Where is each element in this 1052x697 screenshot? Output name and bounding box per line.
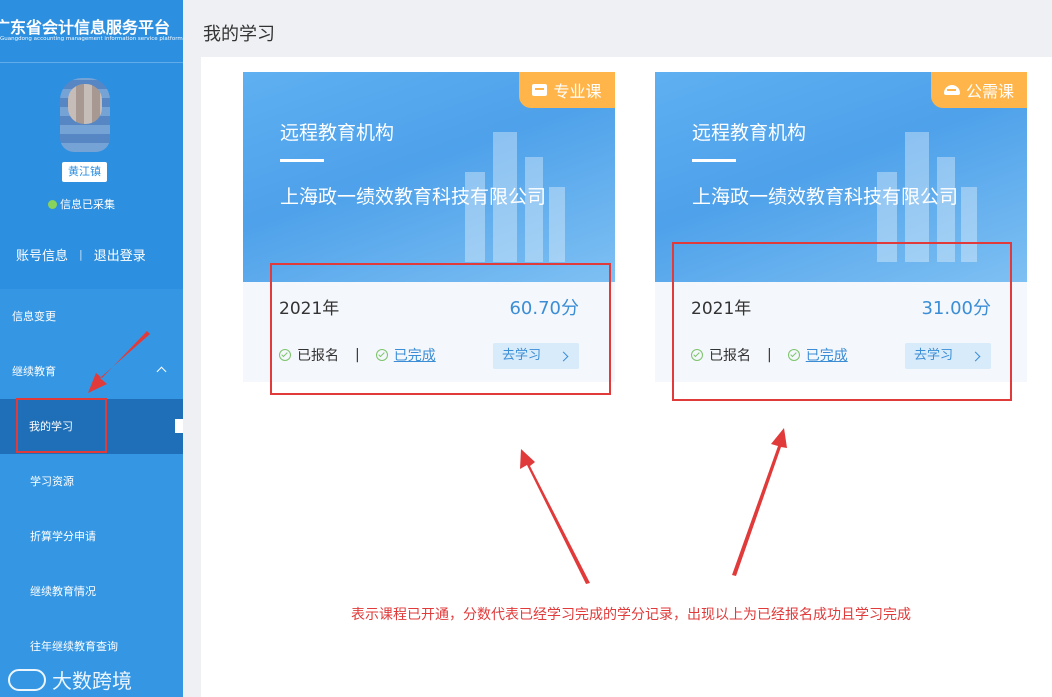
account-links: 账号信息 | 退出登录 — [16, 245, 146, 264]
avatar — [60, 78, 110, 152]
annotation-box-card-1 — [270, 263, 611, 395]
sidebar-item-label: 继续教育 — [12, 365, 56, 378]
org-label: 远程教育机构 — [280, 122, 395, 144]
sidebar-item-continuing-education[interactable]: 继续教育 — [0, 344, 183, 399]
sidebar-menu: 信息变更 继续教育 我的学习 学习资源 折算学分申请 继续教育情况 往年继续教育… — [0, 289, 183, 697]
username-badge: 黄江镇 — [62, 162, 107, 182]
divider-line — [280, 159, 324, 162]
org-label: 远程教育机构 — [692, 122, 807, 144]
account-info-link[interactable]: 账号信息 — [16, 245, 68, 264]
page-title: 我的学习 — [203, 24, 275, 45]
chevron-up-icon — [156, 366, 167, 377]
annotation-box-menu — [16, 398, 107, 453]
course-tag-label: 专业课 — [553, 82, 602, 101]
watermark-text: 大数跨境 — [52, 669, 132, 693]
info-status: 信息已采集 — [48, 196, 115, 212]
brand-header: 广东省会计信息服务平台 Guangdong accounting managem… — [0, 0, 183, 63]
card-banner: 远程教育机构 上海政一绩效教育科技有限公司 专业课 — [243, 72, 615, 282]
sidebar-item-info-change[interactable]: 信息变更 — [0, 289, 183, 344]
sidebar: 广东省会计信息服务平台 Guangdong accounting managem… — [0, 0, 183, 697]
sidebar-item-credit-conversion[interactable]: 折算学分申请 — [0, 509, 183, 564]
brand-subtitle: Guangdong accounting management informat… — [0, 36, 183, 42]
sidebar-item-edu-status[interactable]: 继续教育情况 — [0, 564, 183, 619]
sidebar-item-study-resources[interactable]: 学习资源 — [0, 454, 183, 509]
annotation-note: 表示课程已开通，分数代表已经学习完成的学分记录，出现以上为已经报名成功且学习完成 — [351, 607, 911, 623]
annotation-box-card-2 — [672, 242, 1012, 401]
course-tag-label: 公需课 — [965, 82, 1014, 101]
status-dot-icon — [48, 199, 57, 209]
course-tag: 专业课 — [519, 72, 615, 108]
logout-link[interactable]: 退出登录 — [94, 245, 146, 264]
watermark-logo-icon — [8, 668, 46, 691]
info-status-text: 信息已采集 — [60, 198, 115, 211]
org-name: 上海政一绩效教育科技有限公司 — [280, 186, 547, 208]
monitor-icon — [532, 84, 548, 96]
org-name: 上海政一绩效教育科技有限公司 — [692, 186, 959, 208]
account-link-separator: | — [79, 248, 83, 261]
course-tag: 公需课 — [931, 72, 1027, 108]
watermark: 大数跨境 — [8, 665, 132, 694]
graduation-cap-icon — [943, 85, 960, 95]
brand-title: 广东省会计信息服务平台 — [0, 18, 171, 37]
divider-line — [692, 159, 736, 162]
